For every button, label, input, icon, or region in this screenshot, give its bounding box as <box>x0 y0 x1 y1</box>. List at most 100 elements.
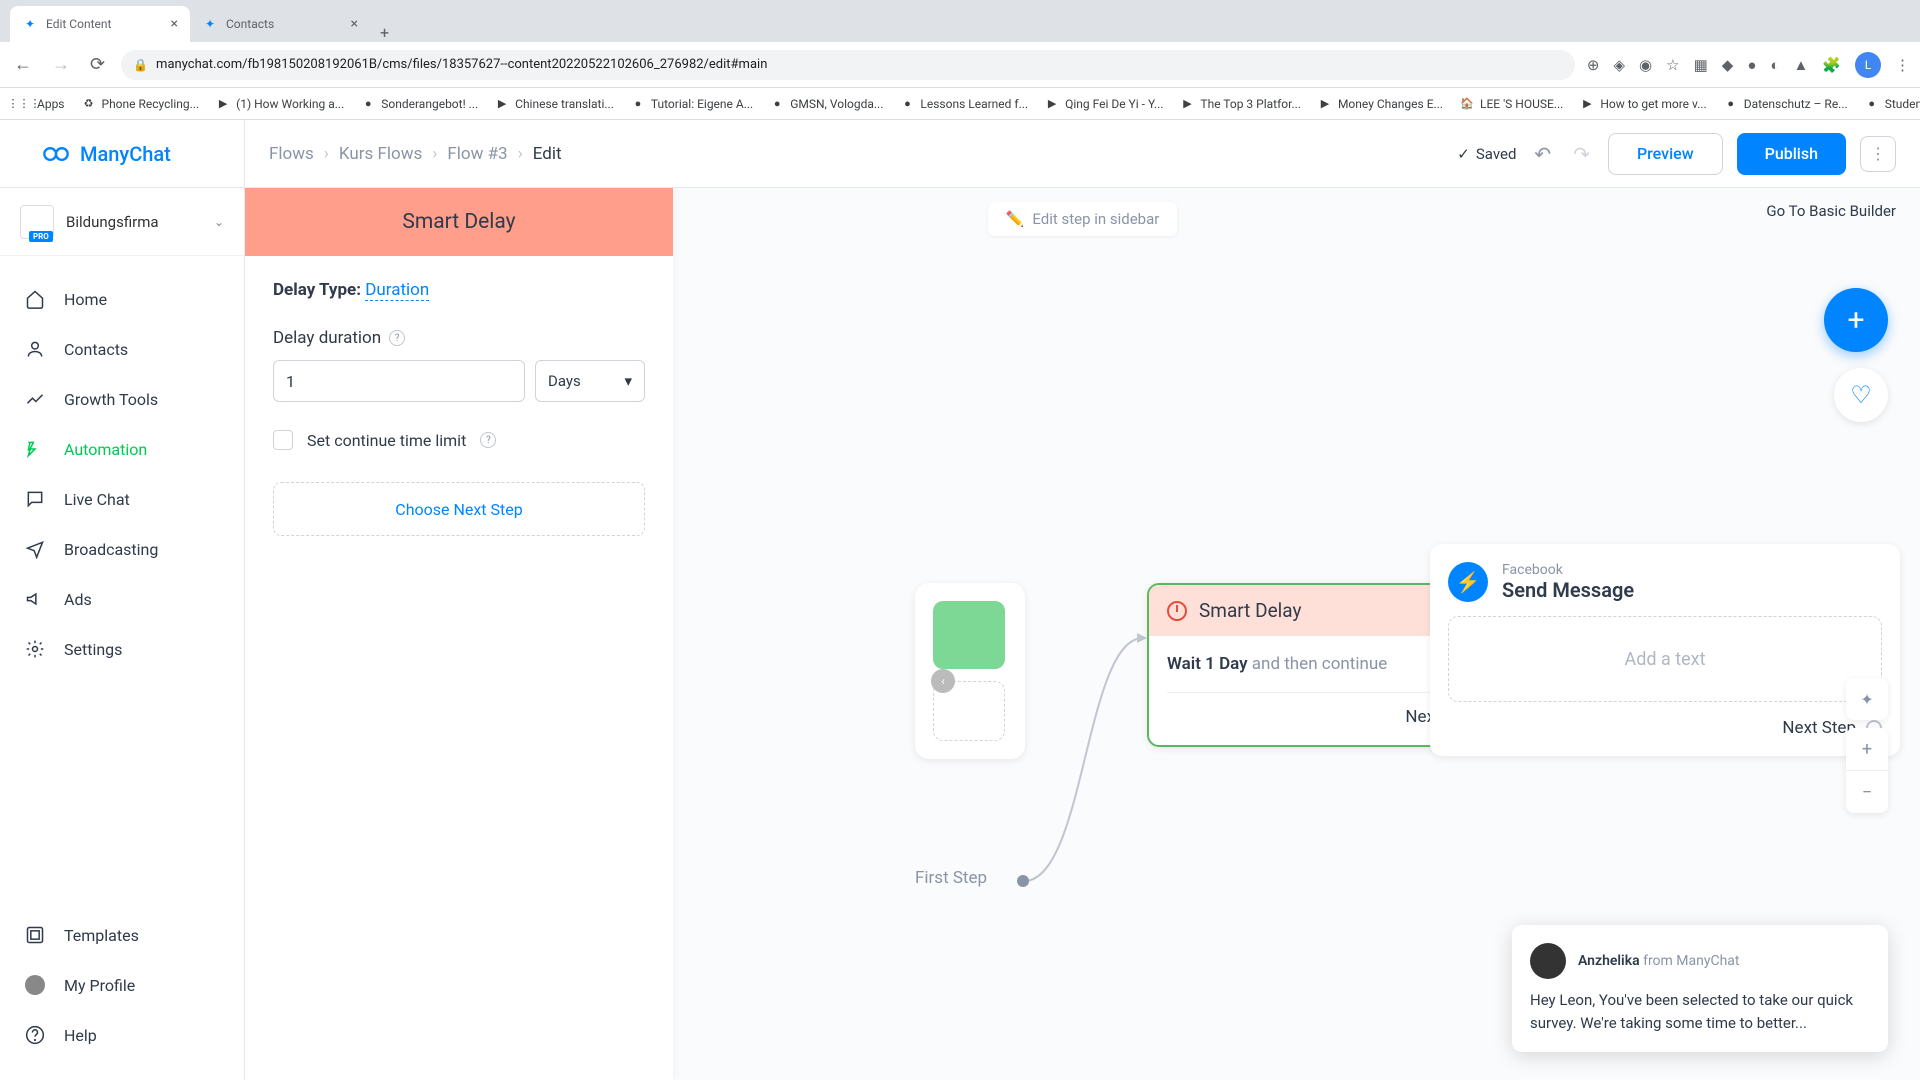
menu-icon[interactable]: ⋮ <box>1895 56 1910 74</box>
redo-button[interactable]: ↷ <box>1569 138 1594 170</box>
more-button[interactable]: ⋮ <box>1860 136 1896 172</box>
bookmark-icon: ♻ <box>81 96 97 112</box>
auto-layout-button[interactable]: ✦ <box>1846 678 1888 720</box>
bookmark-item[interactable]: ●GMSN, Vologda... <box>763 92 889 116</box>
bookmark-item[interactable]: 🏠 LEE 'S HOUSE... <box>1453 92 1569 116</box>
node-start[interactable]: ‹ <box>915 583 1025 759</box>
sidebar-item-settings[interactable]: Settings <box>0 624 244 674</box>
sidebar-item-label: Live Chat <box>64 490 130 509</box>
breadcrumb-item[interactable]: Flow #3 <box>447 144 507 164</box>
add-step-fab[interactable]: + <box>1824 288 1888 352</box>
bookmark-icon: ▶ <box>494 96 510 112</box>
port-out[interactable] <box>1017 875 1029 887</box>
bookmark-item[interactable]: ♻Phone Recycling... <box>75 92 206 116</box>
duration-input[interactable] <box>273 360 525 402</box>
sidebar-item-home[interactable]: Home <box>0 274 244 324</box>
profile-icon <box>24 974 46 996</box>
sidebar-item-live-chat[interactable]: Live Chat <box>0 474 244 524</box>
ext-icon[interactable]: ▦ <box>1694 56 1708 74</box>
bookmark-item[interactable]: ▶The Top 3 Platfor... <box>1173 92 1307 116</box>
choose-next-step-button[interactable]: Choose Next Step <box>273 482 645 536</box>
delay-type-link[interactable]: Duration <box>365 280 429 301</box>
add-text-button[interactable]: Add a text <box>1448 616 1882 702</box>
bookmark-item[interactable]: ●Sonderangebot! ... <box>354 92 484 116</box>
ext-icon[interactable]: ◆ <box>1722 56 1734 74</box>
bookmark-icon: 🏠 <box>1459 96 1475 112</box>
sidebar-item-label: Broadcasting <box>64 540 158 559</box>
chevron-left-icon[interactable]: ‹ <box>931 669 955 693</box>
zoom-in-button[interactable]: + <box>1846 728 1888 770</box>
ext-icon[interactable]: ▲ <box>1793 56 1808 74</box>
sidebar-item-broadcasting[interactable]: Broadcasting <box>0 524 244 574</box>
workspace-name: Bildungsfirma <box>66 213 202 231</box>
sidebar-item-templates[interactable]: Templates <box>0 910 244 960</box>
location-icon[interactable]: ◉ <box>1639 56 1652 74</box>
help-icon[interactable]: ? <box>389 330 405 346</box>
bookmark-item[interactable]: ●Tutorial: Eigene A... <box>624 92 759 116</box>
edit-step-chip[interactable]: ✏️ Edit step in sidebar <box>988 202 1178 236</box>
bookmark-label: LEE 'S HOUSE... <box>1480 97 1563 111</box>
unit-label: Days <box>548 372 581 390</box>
share-icon[interactable]: ◈ <box>1614 56 1626 74</box>
undo-button[interactable]: ↶ <box>1530 138 1555 170</box>
settings-icon <box>24 638 46 660</box>
url-input[interactable]: 🔒 manychat.com/fb198150208192061B/cms/fi… <box>121 50 1575 80</box>
logo-text: ManyChat <box>80 142 171 166</box>
browser-tab[interactable]: ✦ Contacts × <box>190 6 370 42</box>
close-icon[interactable]: × <box>171 16 178 32</box>
nav-bottom: TemplatesMy ProfileHelp <box>0 910 244 1080</box>
forward-icon[interactable]: → <box>48 50 74 79</box>
ext-icon[interactable]: ● <box>1747 56 1756 74</box>
browser-tab[interactable]: ✦ Edit Content × <box>10 6 190 42</box>
broadcast-icon <box>24 538 46 560</box>
bookmark-item[interactable]: ⋮⋮⋮Apps <box>10 92 71 116</box>
translate-icon[interactable]: ⊕ <box>1587 56 1600 74</box>
bookmark-item[interactable]: ●Student Wants an... <box>1858 92 1920 116</box>
sidebar-item-growth-tools[interactable]: Growth Tools <box>0 374 244 424</box>
sidebar-item-my-profile[interactable]: My Profile <box>0 960 244 1010</box>
star-icon[interactable]: ☆ <box>1666 56 1679 74</box>
chat-widget[interactable]: Anzhelika from ManyChat Hey Leon, You've… <box>1512 925 1888 1052</box>
bookmark-item[interactable]: ●Datenschutz – Re... <box>1717 92 1854 116</box>
node-send-message[interactable]: ⚡ Facebook Send Message Add a text Next … <box>1430 544 1900 756</box>
reload-icon[interactable]: ⟳ <box>86 50 109 79</box>
node-header: ⚡ Facebook Send Message <box>1448 562 1882 602</box>
workspace-selector[interactable]: PRO Bildungsfirma ⌄ <box>0 188 244 256</box>
saved-label: Saved <box>1476 145 1517 163</box>
logo[interactable]: ManyChat <box>0 120 244 188</box>
sidebar-item-contacts[interactable]: Contacts <box>0 324 244 374</box>
favorite-button[interactable]: ♡ <box>1834 368 1888 422</box>
new-tab-button[interactable]: + <box>370 23 399 42</box>
time-limit-checkbox[interactable] <box>273 430 293 450</box>
bookmark-item[interactable]: ●Lessons Learned f... <box>893 92 1034 116</box>
sidebar-item-ads[interactable]: Ads <box>0 574 244 624</box>
publish-button[interactable]: Publish <box>1737 133 1846 175</box>
close-icon[interactable]: × <box>351 16 358 32</box>
bookmark-item[interactable]: ▶How to get more v... <box>1573 92 1712 116</box>
back-icon[interactable]: ← <box>10 50 36 79</box>
bookmark-item[interactable]: ▶Qing Fei De Yi - Y... <box>1038 92 1169 116</box>
ext-icon[interactable]: ◐ <box>1770 56 1779 74</box>
help-icon[interactable]: ? <box>480 432 496 448</box>
bookmark-item[interactable]: ▶(1) How Working a... <box>209 92 350 116</box>
breadcrumb-item[interactable]: Kurs Flows <box>339 144 422 164</box>
growth-icon <box>24 388 46 410</box>
duration-unit-select[interactable]: Days ▾ <box>535 360 645 402</box>
templates-icon <box>24 924 46 946</box>
next-step-row: Next Step <box>1448 718 1882 738</box>
preview-button[interactable]: Preview <box>1608 133 1723 175</box>
flow-canvas[interactable]: ✏️ Edit step in sidebar Go To Basic Buil… <box>245 188 1920 1080</box>
breadcrumb-item[interactable]: Flows <box>269 144 314 164</box>
basic-builder-link[interactable]: Go To Basic Builder <box>1766 202 1896 220</box>
breadcrumb-item: Edit <box>533 144 562 164</box>
profile-avatar[interactable]: L <box>1855 52 1881 78</box>
sidebar-item-help[interactable]: Help <box>0 1010 244 1060</box>
sidebar-item-automation[interactable]: Automation <box>0 424 244 474</box>
bookmark-label: The Top 3 Platfor... <box>1200 97 1301 111</box>
zoom-out-button[interactable]: − <box>1846 771 1888 813</box>
bookmark-item[interactable]: ▶Chinese translati... <box>488 92 620 116</box>
bookmark-item[interactable]: ▶Money Changes E... <box>1311 92 1449 116</box>
bookmark-label: Sonderangebot! ... <box>381 97 478 111</box>
extensions-icon[interactable]: 🧩 <box>1822 56 1841 74</box>
sidebar-item-label: Ads <box>64 590 92 609</box>
